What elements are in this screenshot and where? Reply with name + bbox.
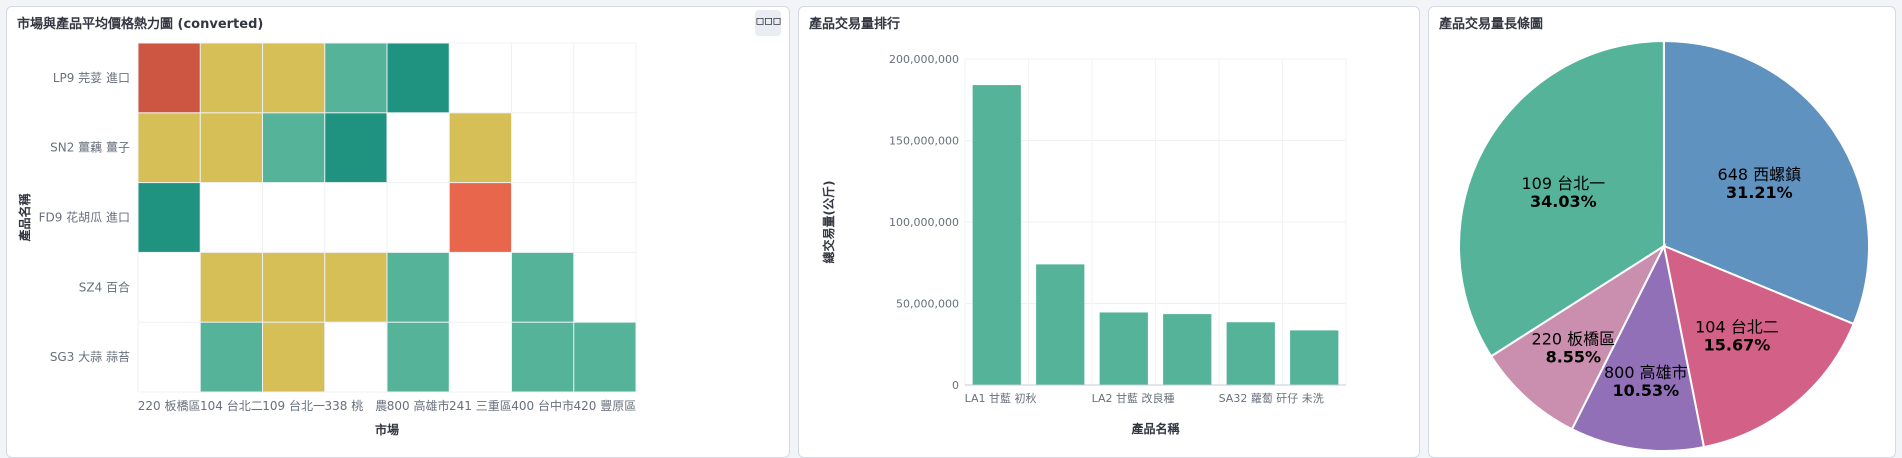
heatmap-cell xyxy=(387,252,449,322)
x-tick-label: LA2 甘藍 改良種 xyxy=(1092,391,1175,405)
slice-percent: 10.53% xyxy=(1612,381,1679,400)
heatmap-cell xyxy=(138,183,200,252)
horizontal-ellipsis-icon: ▫▫▫ xyxy=(755,13,781,29)
x-tick-label: 400 台中市 xyxy=(511,398,574,413)
heatmap-cell xyxy=(263,322,325,392)
heatmap-cell xyxy=(449,113,511,183)
x-axis-title: 產品名稱 xyxy=(1130,421,1179,436)
x-axis-title: 市場 xyxy=(375,422,399,437)
slice-label: 648 西螺鎮 xyxy=(1718,165,1802,184)
heatmap-cell xyxy=(325,252,387,322)
heatmap-cell xyxy=(263,252,325,322)
bar xyxy=(1226,322,1275,385)
bar xyxy=(1290,330,1339,385)
y-tick-label: SZ4 百合 xyxy=(79,279,130,294)
slice-percent: 15.67% xyxy=(1704,336,1771,355)
heatmap-cell xyxy=(138,43,200,113)
y-tick-label: 150,000,000 xyxy=(889,135,959,148)
slice-label: 109 台北一 xyxy=(1521,174,1605,193)
x-tick-label: 800 高雄市 xyxy=(387,398,450,413)
x-tick-label: 420 豐原區 xyxy=(574,399,637,413)
heatmap-cell xyxy=(512,252,574,322)
y-tick-label: 50,000,000 xyxy=(896,298,959,311)
heatmap-panel: 市場與產品平均價格熱力圖 (converted) ▫▫▫ LP9 芫荽 進口 SN… xyxy=(6,6,790,458)
x-tick-label: 241 三重區 xyxy=(449,399,512,413)
y-tick-label: FD9 花胡瓜 進口 xyxy=(39,210,130,225)
slice-percent: 31.21% xyxy=(1726,183,1793,202)
heatmap-cell xyxy=(574,322,636,392)
x-tick-label: SA32 蘿蔔 矸仔 未洗 xyxy=(1219,391,1324,405)
panel-options-button[interactable]: ▫▫▫ xyxy=(755,10,782,36)
y-tick-label: SN2 薑藕 薑子 xyxy=(50,141,130,155)
slice-label: 800 高雄市 xyxy=(1604,363,1688,382)
heatmap-cell xyxy=(325,43,387,113)
bar-chart: 0 50,000,000 100,000,000 150,000,000 200,000… xyxy=(821,53,1347,436)
bar xyxy=(1099,312,1148,385)
bar xyxy=(1036,264,1085,385)
y-tick-label: 0 xyxy=(952,379,959,392)
slice-label: 220 板橋區 xyxy=(1532,329,1616,348)
slice-label: 104 台北二 xyxy=(1695,318,1779,337)
heatmap-cell xyxy=(200,322,262,392)
slice-percent: 8.55% xyxy=(1546,347,1602,366)
x-tick-label: 338 桃 農 xyxy=(325,398,388,413)
heatmap-cell xyxy=(387,43,449,113)
x-tick-label: LA1 甘藍 初秋 xyxy=(965,391,1037,405)
bar-panel: 產品交易量排行 0 50,000,000 100,000,000 150,000,00… xyxy=(798,6,1420,458)
y-axis-title: 總交易量(公斤) xyxy=(821,181,836,264)
y-tick-label: LP9 芫荽 進口 xyxy=(53,71,130,85)
y-tick-label: 100,000,000 xyxy=(889,216,959,229)
heatmap-cell xyxy=(387,322,449,392)
bar xyxy=(1163,314,1212,385)
heatmap-cell xyxy=(449,183,511,252)
heatmap-cell xyxy=(200,43,262,113)
x-tick-label: 220 板橋區 xyxy=(138,399,201,413)
heatmap-cell xyxy=(138,113,200,183)
x-tick-label: 109 台北一 xyxy=(262,398,325,413)
panel-title: 市場與產品平均價格熱力圖 (converted) xyxy=(17,17,264,32)
pie-chart: 648 西螺鎮31.21% 104 台北二15.67% 800 高雄市10.53% 2… xyxy=(1458,39,1870,452)
heatmap-cell xyxy=(263,113,325,183)
heatmap-cell xyxy=(200,252,262,322)
heatmap-chart: LP9 芫荽 進口 SN2 薑藕 薑子 FD9 花胡瓜 進口 SZ4 百合 SG3 大蒜… xyxy=(17,42,637,437)
panel-title: 產品交易量排行 xyxy=(809,17,901,32)
heatmap-cell xyxy=(263,43,325,113)
y-tick-label: SG3 大蒜 蒜苔 xyxy=(50,350,130,364)
bar xyxy=(972,85,1021,385)
heatmap-cell xyxy=(512,322,574,392)
slice-percent: 34.03% xyxy=(1530,192,1597,211)
pie-panel: 產品交易量長條圖 648 西螺鎮 31.21% 104 台北二 15.67% 800 高… xyxy=(1428,6,1896,458)
x-tick-label: 104 台北二 xyxy=(200,398,263,413)
panel-title: 產品交易量長條圖 xyxy=(1439,17,1544,32)
y-axis-title: 產品名稱 xyxy=(17,193,32,242)
y-tick-label: 200,000,000 xyxy=(889,53,959,66)
heatmap-cell xyxy=(200,113,262,183)
heatmap-cell xyxy=(325,113,387,183)
